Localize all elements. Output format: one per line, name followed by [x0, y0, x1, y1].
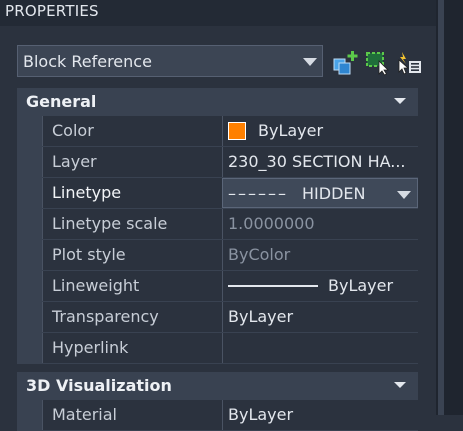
property-name: Linetype [42, 178, 222, 208]
color-swatch [228, 121, 246, 140]
property-row-color[interactable]: Color ByLayer [17, 116, 418, 147]
row-gutter [17, 302, 42, 333]
property-value-linetype[interactable]: –––––– HIDDEN [222, 178, 418, 208]
lineweight-sample [228, 284, 318, 287]
property-value-plot-style[interactable]: ByColor [222, 240, 418, 270]
object-type-value: Block Reference [23, 52, 152, 71]
chevron-down-icon[interactable] [397, 191, 411, 199]
palette-titlebar[interactable]: PROPERTIES [0, 0, 436, 26]
linetype-value-text: HIDDEN [302, 184, 366, 203]
properties-panel: Block Reference General Color ByLayer La… [0, 26, 436, 431]
property-value-hyperlink[interactable] [222, 333, 418, 363]
property-row-material[interactable]: Material ByLayer [17, 400, 418, 431]
lineweight-value-text: ByLayer [328, 276, 394, 295]
quick-select-icon[interactable] [333, 50, 359, 76]
property-value-material[interactable]: ByLayer [222, 400, 418, 430]
color-value-text: ByLayer [258, 121, 324, 140]
collapse-caret-icon[interactable] [394, 382, 406, 388]
property-name: Color [42, 116, 222, 146]
property-name: Plot style [42, 240, 222, 270]
property-row-layer[interactable]: Layer 230_30 SECTION HA... [17, 147, 418, 178]
general-properties-grid: Color ByLayer Layer 230_30 SECTION HA...… [17, 116, 418, 364]
3d-visualization-grid: Material ByLayer [17, 400, 418, 431]
palette-side-strip[interactable] [436, 0, 463, 415]
property-row-plot-style[interactable]: Plot style ByColor [17, 240, 418, 271]
property-value-linetype-scale[interactable]: 1.0000000 [222, 209, 418, 239]
collapse-caret-icon[interactable] [394, 98, 406, 104]
palette-scroll-strip[interactable] [438, 0, 444, 415]
section-header-3d-visualization[interactable]: 3D Visualization [17, 372, 418, 400]
property-name: Hyperlink [42, 333, 222, 363]
toggle-pickadd-icon[interactable] [397, 50, 423, 76]
property-value-color[interactable]: ByLayer [222, 116, 418, 146]
property-name: Layer [42, 147, 222, 177]
property-name: Lineweight [42, 271, 222, 301]
select-objects-icon[interactable] [365, 50, 391, 76]
row-gutter [17, 116, 42, 147]
property-name: Material [42, 400, 222, 430]
row-gutter [17, 240, 42, 271]
chevron-down-icon [303, 58, 317, 66]
section-title: General [26, 92, 97, 111]
property-value-layer[interactable]: 230_30 SECTION HA... [222, 147, 418, 177]
property-row-hyperlink[interactable]: Hyperlink [17, 333, 418, 364]
property-row-transparency[interactable]: Transparency ByLayer [17, 302, 418, 333]
row-gutter [17, 209, 42, 240]
property-value-lineweight[interactable]: ByLayer [222, 271, 418, 301]
property-name: Transparency [42, 302, 222, 332]
section-header-general[interactable]: General [17, 88, 418, 116]
row-gutter [17, 147, 42, 178]
property-value-transparency[interactable]: ByLayer [222, 302, 418, 332]
linetype-pattern: –––––– [228, 184, 288, 203]
object-type-dropdown[interactable]: Block Reference [17, 45, 323, 77]
property-name: Linetype scale [42, 209, 222, 239]
row-gutter [17, 178, 42, 209]
row-gutter [17, 271, 42, 302]
property-row-linetype-scale[interactable]: Linetype scale 1.0000000 [17, 209, 418, 240]
section-title: 3D Visualization [26, 376, 172, 395]
property-row-linetype[interactable]: Linetype –––––– HIDDEN [17, 178, 418, 209]
row-gutter [17, 400, 42, 431]
row-gutter [17, 333, 42, 364]
palette-title: PROPERTIES [5, 2, 99, 20]
property-row-lineweight[interactable]: Lineweight ByLayer [17, 271, 418, 302]
